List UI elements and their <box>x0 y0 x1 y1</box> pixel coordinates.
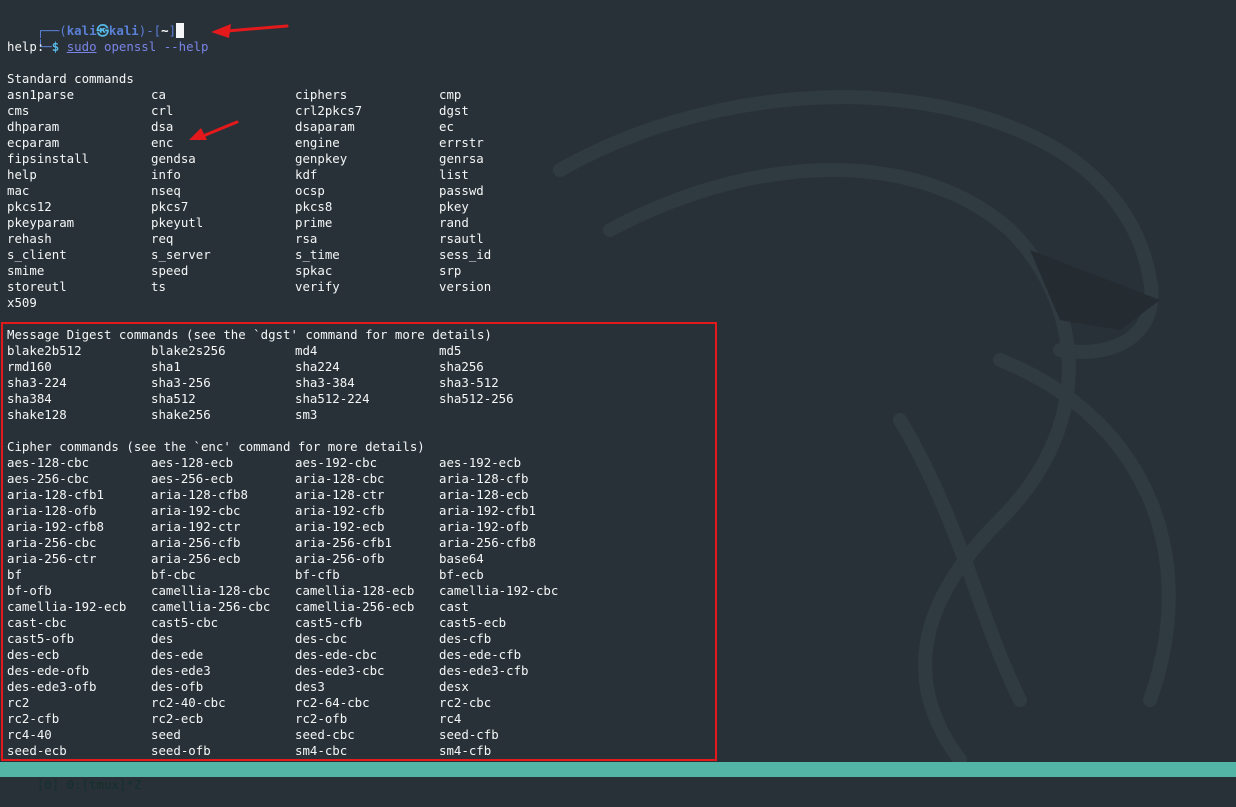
command-name: rsa <box>295 231 318 246</box>
command-name: ca <box>151 87 166 102</box>
command-name: ts <box>151 279 166 294</box>
terminal-window[interactable]: ┌──(kali㉿kali)-[~] └─$ sudo openssl --he… <box>0 0 1236 792</box>
command-name: info <box>151 167 181 182</box>
command-name: dsa <box>151 119 174 134</box>
command-name: cmp <box>439 87 462 102</box>
command-name: engine <box>295 135 340 150</box>
command-name: gendsa <box>151 151 196 166</box>
tmux-status-bar: [0] 0:[tmux]*Z <box>0 762 1236 792</box>
command-name: rsautl <box>439 231 484 246</box>
command-name: ec <box>439 119 454 134</box>
command-name: list <box>439 167 469 182</box>
command-name: prime <box>295 215 333 230</box>
command-name: pkcs7 <box>151 199 189 214</box>
command-name: version <box>439 279 492 294</box>
red-arrow-icon <box>211 24 289 38</box>
command-name: ocsp <box>295 183 325 198</box>
command-name: asn1parse <box>7 87 75 102</box>
command-name: fipsinstall <box>7 151 90 166</box>
command-name: genpkey <box>295 151 348 166</box>
command-name: s_time <box>295 247 340 262</box>
command-sudo: sudo <box>66 39 97 54</box>
highlight-box <box>1 322 717 761</box>
command-name: pkeyutl <box>151 215 204 230</box>
command-name: genrsa <box>439 151 484 166</box>
command-name: enc <box>151 135 174 150</box>
command-name: cms <box>7 103 30 118</box>
command-name: req <box>151 231 174 246</box>
standard-commands-header: Standard commands <box>7 71 134 86</box>
command-flag: --help <box>163 39 209 54</box>
tmux-status-text: [0] 0:[tmux]*Z <box>36 777 142 792</box>
red-arrow-icon <box>189 120 239 140</box>
command-name: sess_id <box>439 247 492 262</box>
command-name: srp <box>439 263 462 278</box>
command-name: x509 <box>7 295 37 310</box>
command-name: s_server <box>151 247 211 262</box>
command-name: ecparam <box>7 135 60 150</box>
command-name: mac <box>7 183 30 198</box>
command-name: ciphers <box>295 87 348 102</box>
command-name: rand <box>439 215 469 230</box>
command-name: pkcs12 <box>7 199 52 214</box>
help-label: help: <box>7 39 45 54</box>
prompt-line-1: ┌──(kali㉿kali)-[~] <box>7 7 185 38</box>
command-name: kdf <box>295 167 318 182</box>
command-name: passwd <box>439 183 484 198</box>
command-name: rehash <box>7 231 52 246</box>
command-name: pkeyparam <box>7 215 75 230</box>
command-name: verify <box>295 279 340 294</box>
command-name: nseq <box>151 183 181 198</box>
command-name: pkey <box>439 199 469 214</box>
prompt-dollar: $ <box>51 39 60 54</box>
command-name: dsaparam <box>295 119 355 134</box>
command-name: speed <box>151 263 189 278</box>
command-name: crl <box>151 103 174 118</box>
command-name: pkcs8 <box>295 199 333 214</box>
command-line[interactable]: └─$ sudo openssl --help <box>7 23 209 54</box>
command-name: s_client <box>7 247 67 262</box>
command-name: storeutl <box>7 279 67 294</box>
command-name: smime <box>7 263 45 278</box>
command-name: crl2pkcs7 <box>295 103 363 118</box>
command-name: dgst <box>439 103 469 118</box>
command-name: errstr <box>439 135 484 150</box>
command-name: spkac <box>295 263 333 278</box>
command-name: help <box>7 167 37 182</box>
command-name: dhparam <box>7 119 60 134</box>
command-openssl: openssl <box>96 39 164 54</box>
